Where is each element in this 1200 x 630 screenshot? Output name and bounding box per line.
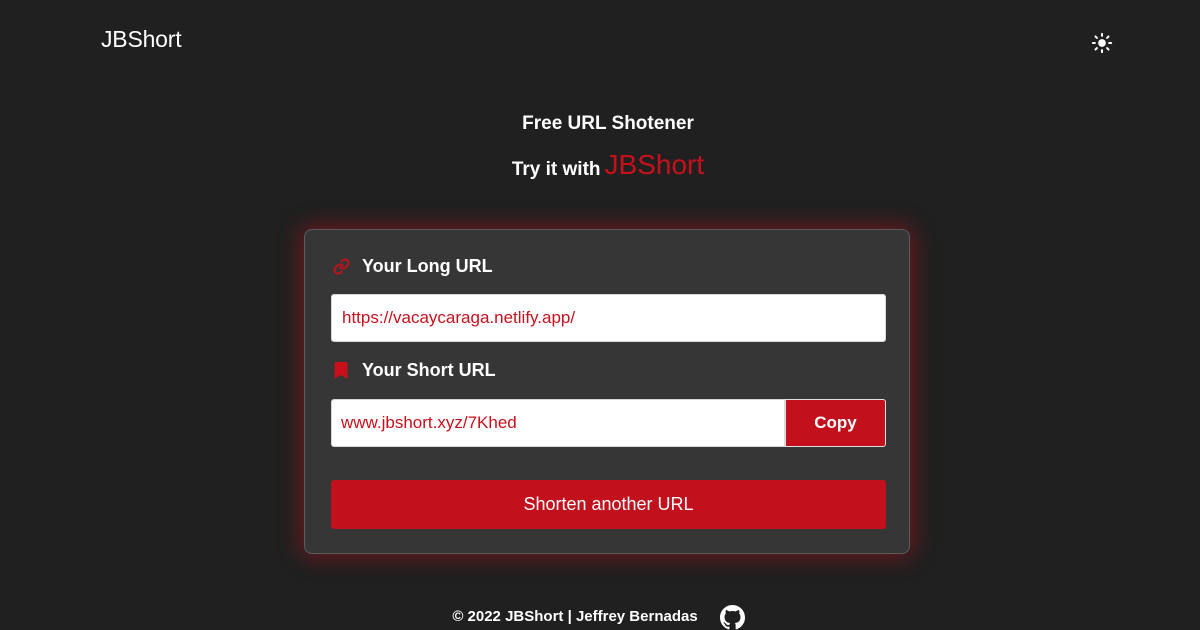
shorten-another-button[interactable]: Shorten another URL — [331, 480, 886, 529]
hero-subtitle-prefix: Try it with — [511, 159, 601, 180]
short-url-label-text: Your Short URL — [362, 360, 496, 380]
short-url-input[interactable]: www.jbshort.xyz/7Khed — [331, 399, 785, 447]
shortener-card: Your Long URL https://vacaycaraga.netlif… — [304, 229, 910, 554]
copy-button[interactable]: Copy — [785, 399, 886, 447]
footer: © 2022 JBShort | Jeffrey Bernadas — [0, 602, 1200, 630]
hero-section: Free URL Shotener Try it with JBShort — [0, 112, 1200, 185]
brand-logo[interactable]: JBShort — [101, 26, 182, 53]
long-url-label-text: Your Long URL — [362, 256, 493, 276]
long-url-input[interactable]: https://vacaycaraga.netlify.app/ — [331, 294, 886, 342]
hero-subtitle: Try it with JBShort — [16, 150, 1200, 185]
link-icon — [332, 258, 350, 276]
bookmark-icon — [332, 362, 350, 380]
hero-title: Free URL Shotener — [522, 113, 694, 134]
github-icon[interactable] — [720, 604, 746, 630]
long-url-label: Your Long URL — [332, 256, 493, 277]
theme-toggle-button[interactable] — [1090, 31, 1114, 55]
footer-copyright: © 2022 JBShort | Jeffrey Bernadas — [452, 607, 698, 625]
sun-icon — [1091, 32, 1113, 54]
short-url-label: Your Short URL — [332, 360, 496, 381]
hero-subtitle-brand: JBShort — [604, 149, 705, 180]
